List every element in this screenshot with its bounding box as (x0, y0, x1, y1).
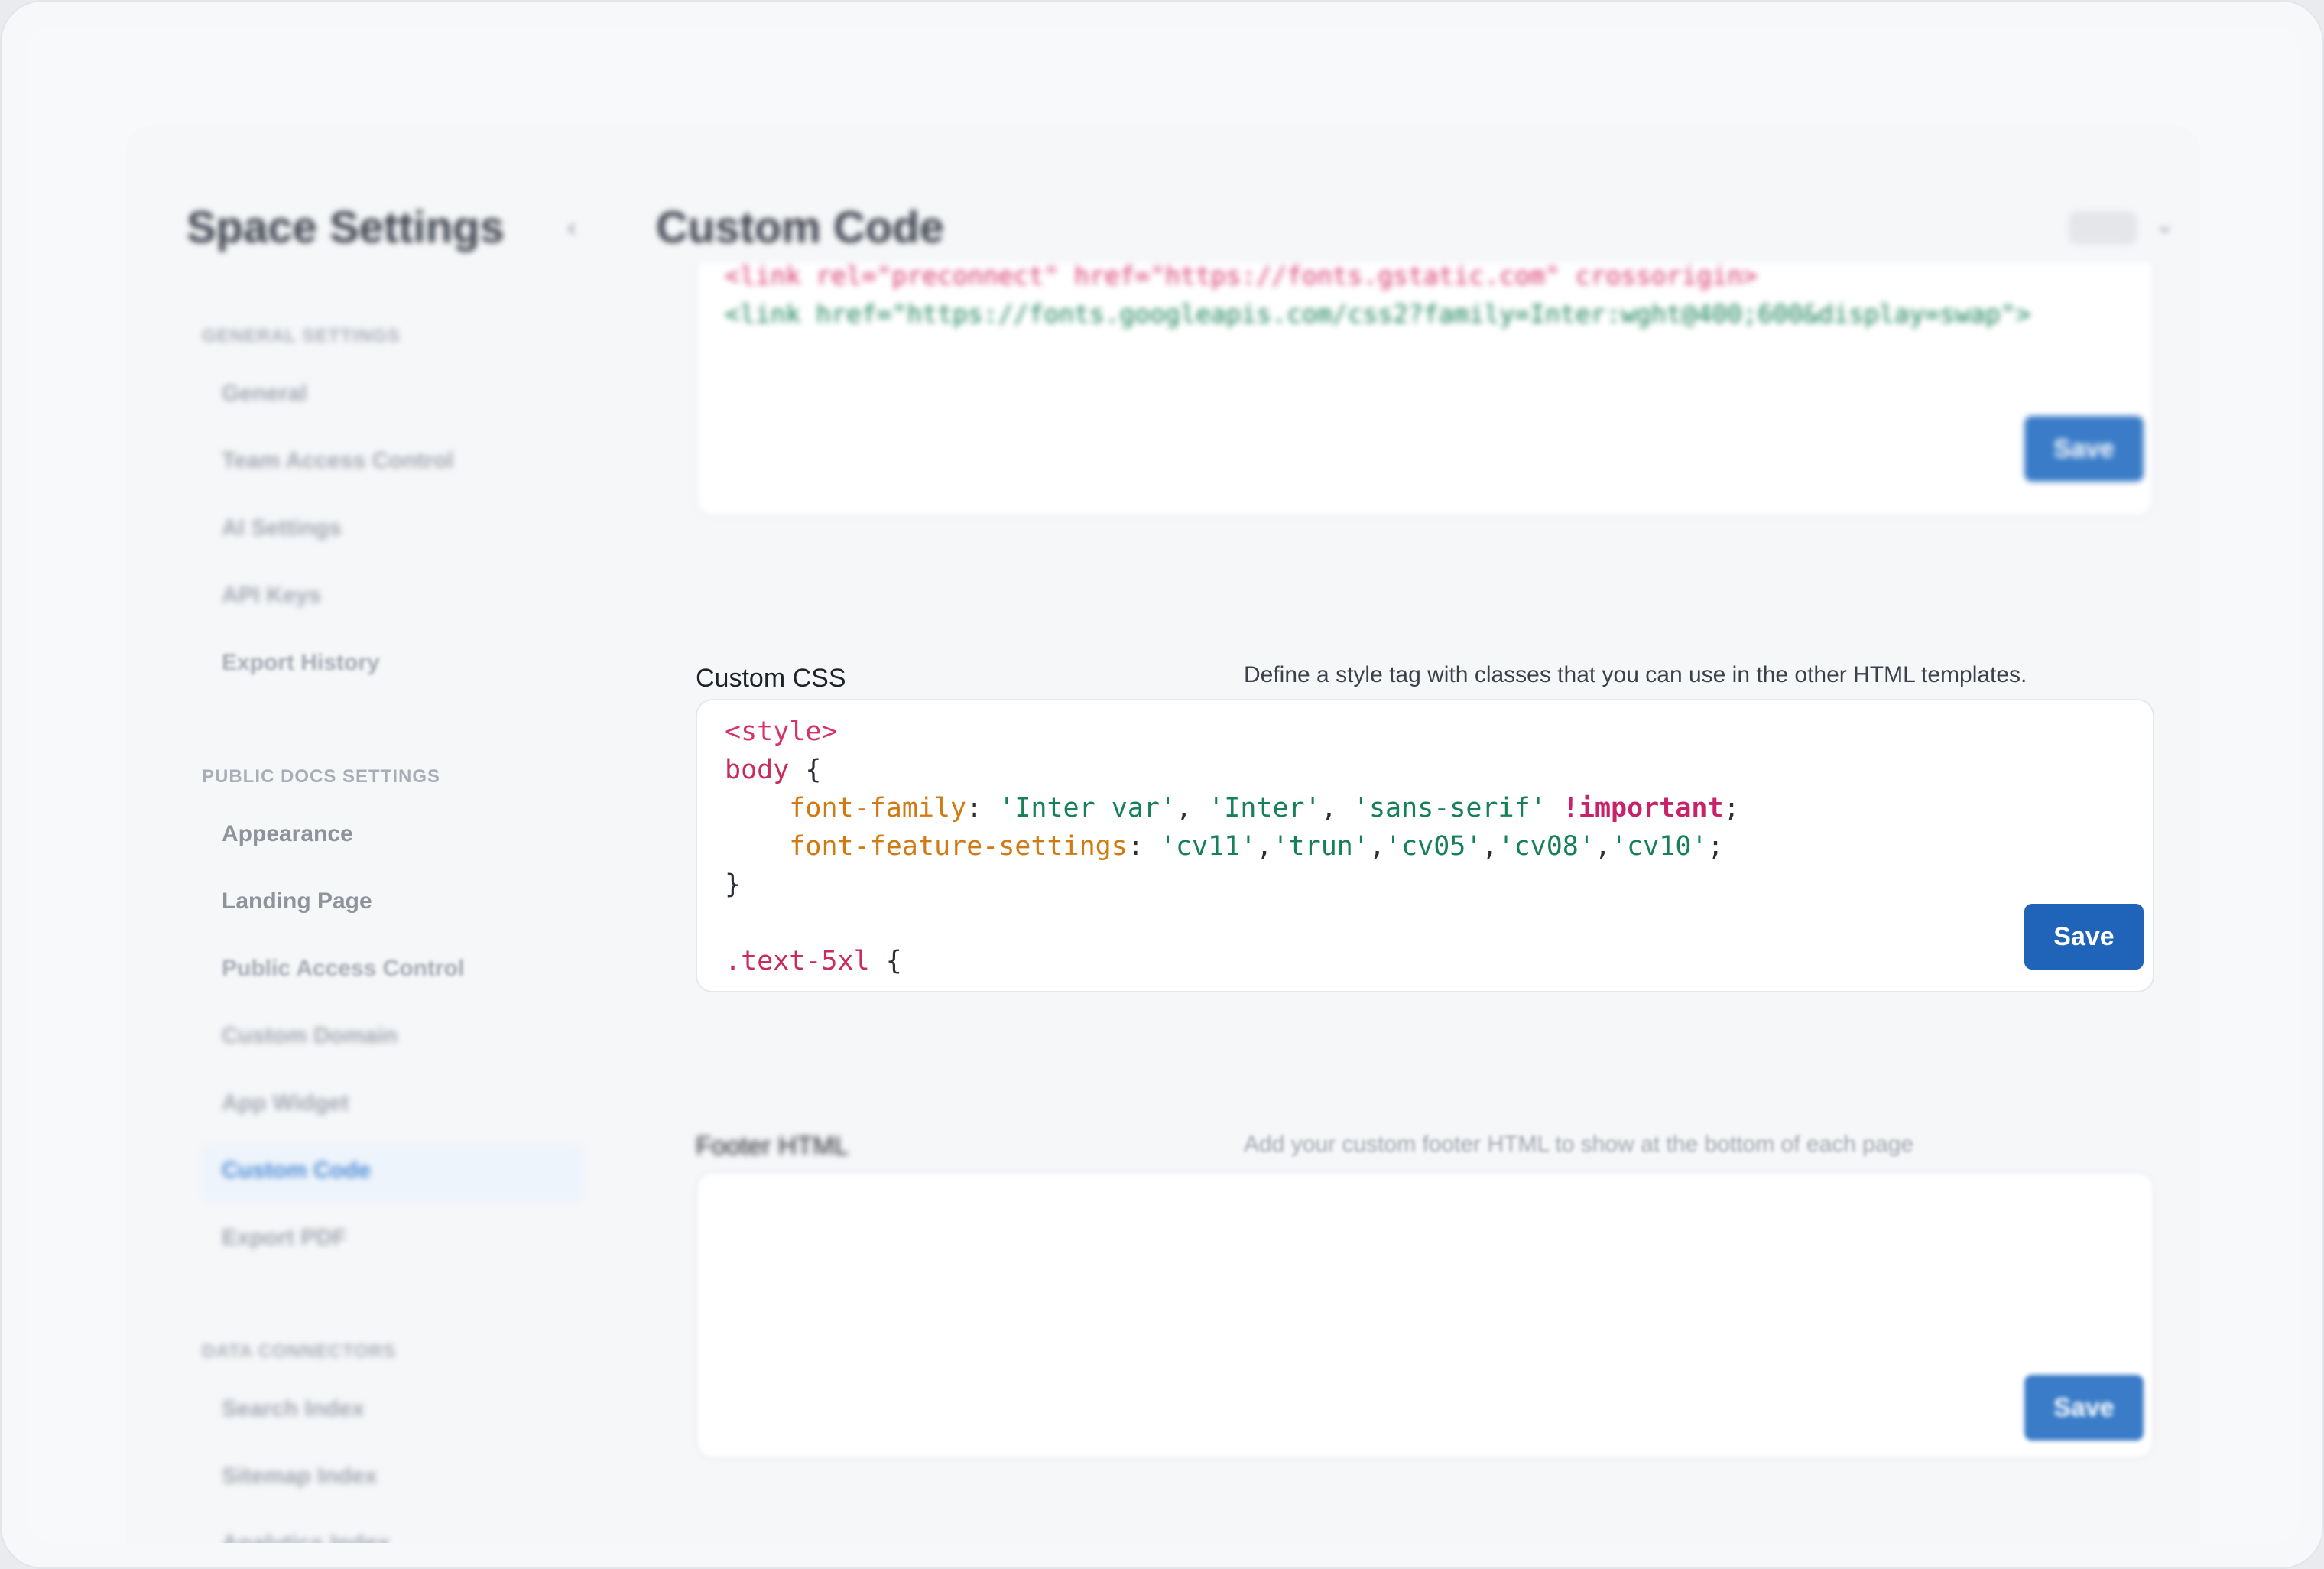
head-html-code: <link rel="preconnect" href="https://fon… (725, 257, 2031, 333)
code-token: 'Inter var' (998, 793, 1177, 823)
code-token: 'cv08' (1498, 831, 1595, 862)
custom-css-label: Custom CSS (696, 664, 846, 693)
footer-html-description: Add your custom footer HTML to show at t… (1244, 1132, 1914, 1157)
sidebar-item-sitemap-index[interactable]: Sitemap Index (222, 1463, 377, 1489)
section-label-data-connectors: DATA CONNECTORS (202, 1341, 397, 1362)
sidebar-item-export-pdf[interactable]: Export PDF (222, 1225, 346, 1251)
code-token: } (725, 869, 742, 900)
head-html-editor[interactable]: <link rel="preconnect" href="https://fon… (696, 261, 2154, 517)
page-title: Custom Code (656, 203, 944, 252)
device-frame: Space Settings ‹ GENERAL SETTINGS Genera… (0, 0, 2324, 1569)
sidebar-item-search-index[interactable]: Search Index (222, 1396, 365, 1422)
code-token: 'Inter' (1208, 793, 1321, 823)
chevron-down-icon[interactable]: ⌄ (2154, 210, 2175, 239)
code-token: 'cv10' (1611, 831, 1708, 862)
code-token: 'cv05' (1385, 831, 1482, 862)
sidebar-item-custom-code[interactable]: Custom Code (222, 1158, 371, 1184)
sidebar-item-api-keys[interactable]: API Keys (222, 583, 321, 609)
code-token: font-feature-settings (789, 831, 1128, 862)
screen: Space Settings ‹ GENERAL SETTINGS Genera… (26, 26, 2301, 1543)
section-label-general: GENERAL SETTINGS (202, 326, 401, 346)
custom-css-code[interactable]: <style> body { font-family: 'Inter var',… (725, 713, 1740, 980)
custom-css-save-button[interactable]: Save (2024, 904, 2144, 970)
sidebar-item-general[interactable]: General (222, 381, 307, 407)
collapse-sidebar-icon[interactable]: ‹ (567, 211, 576, 243)
sidebar-item-custom-domain[interactable]: Custom Domain (222, 1023, 398, 1049)
section-label-public-docs: PUBLIC DOCS SETTINGS (202, 766, 441, 787)
sidebar-item-appearance[interactable]: Appearance (222, 821, 353, 847)
footer-html-label: Footer HTML (696, 1132, 849, 1161)
footer-html-editor[interactable]: Save (696, 1171, 2154, 1459)
footer-html-save-button[interactable]: Save (2024, 1375, 2144, 1441)
sidebar-title: Space Settings (187, 203, 505, 252)
sidebar: Space Settings ‹ GENERAL SETTINGS Genera… (125, 125, 599, 1543)
sidebar-item-export-history[interactable]: Export History (222, 650, 380, 676)
code-token: <style> (725, 716, 838, 747)
head-html-save-button[interactable]: Save (2024, 416, 2144, 482)
sidebar-item-landing-page[interactable]: Landing Page (222, 888, 372, 914)
header-menu-button[interactable] (2069, 211, 2137, 245)
code-token: { (805, 755, 822, 785)
code-token: { (885, 946, 902, 976)
code-token: 'sans-serif' (1352, 793, 1547, 823)
custom-css-description: Define a style tag with classes that you… (1244, 662, 2027, 687)
code-token: .text-5xl (725, 946, 870, 976)
custom-css-editor[interactable]: <style> body { font-family: 'Inter var',… (696, 699, 2154, 992)
sidebar-item-public-access-control[interactable]: Public Access Control (222, 956, 464, 982)
sidebar-item-team-access-control[interactable]: Team Access Control (222, 448, 453, 474)
sidebar-item-ai-settings[interactable]: AI Settings (222, 515, 342, 541)
code-token: !important (1562, 793, 1724, 823)
code-token: font-family (789, 793, 967, 823)
app-window: Space Settings ‹ GENERAL SETTINGS Genera… (125, 125, 2200, 1543)
code-line: <link rel="preconnect" href="https://fon… (725, 261, 1758, 291)
sidebar-item-app-widget[interactable]: App Widget (222, 1090, 349, 1116)
code-token: 'cv11' (1159, 831, 1257, 862)
code-token: 'trun' (1272, 831, 1369, 862)
code-token: body (725, 755, 790, 785)
sidebar-item-analytics-index[interactable]: Analytics Index (222, 1531, 390, 1543)
code-line: <link href="https://fonts.googleapis.com… (725, 299, 2031, 329)
